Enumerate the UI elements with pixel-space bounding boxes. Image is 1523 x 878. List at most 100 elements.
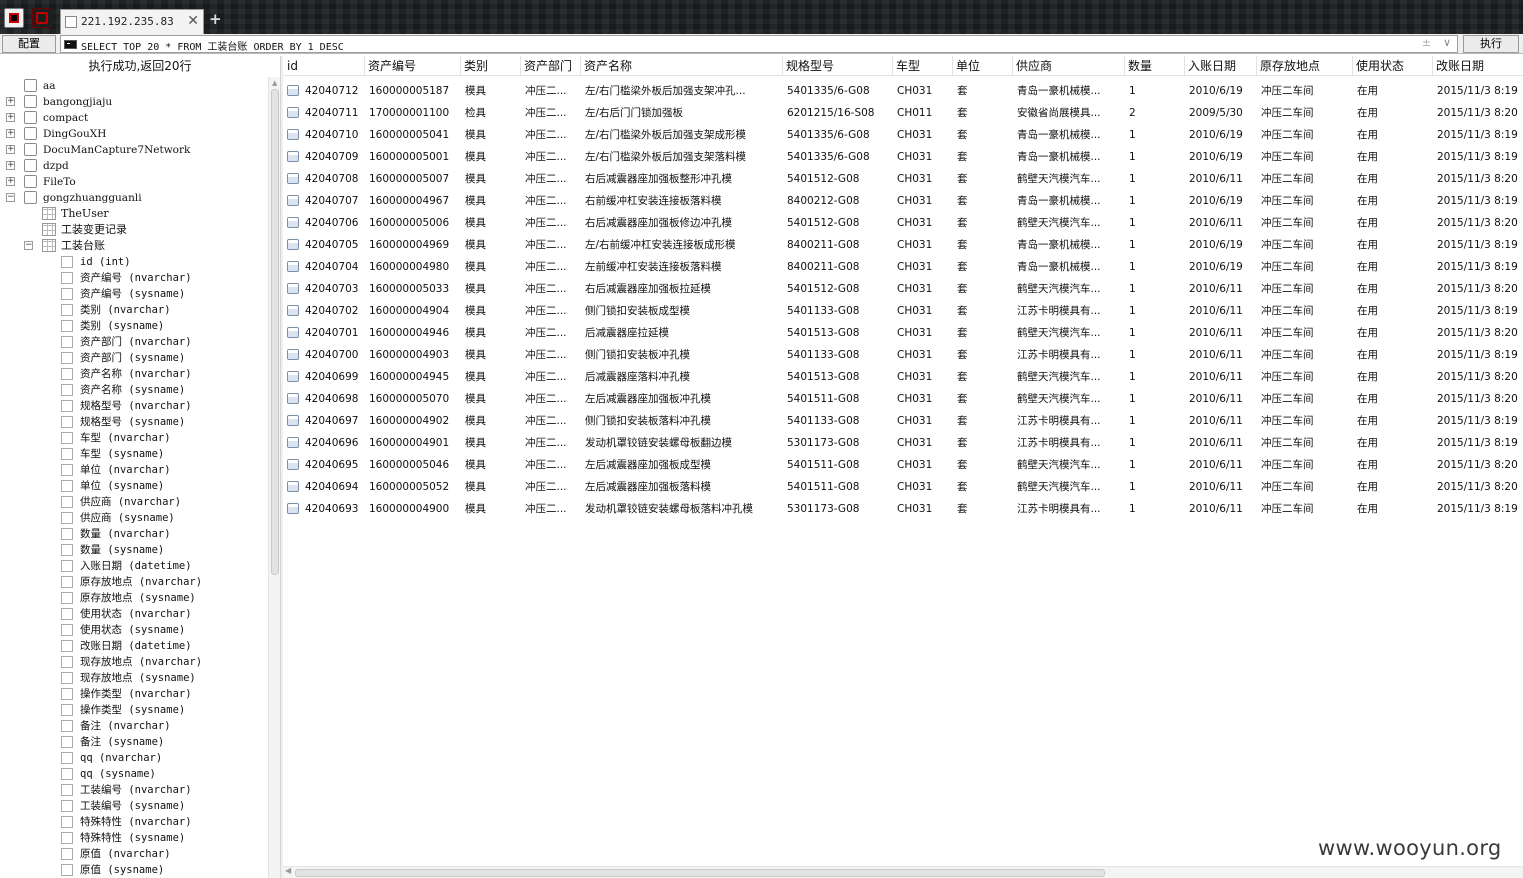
table-row[interactable]: 42040703 160000005033 模具 冲压二... 右后减震器座加强板拉延模… bbox=[283, 278, 1523, 300]
table-cell: 2010/6/19 bbox=[1189, 261, 1243, 273]
collapse-icon[interactable]: − bbox=[24, 241, 33, 250]
tree-item-label: 工装台账 bbox=[61, 239, 105, 252]
scroll-up-icon[interactable]: ▲ bbox=[272, 79, 277, 87]
column-header[interactable]: 入账日期 bbox=[1184, 56, 1255, 76]
column-header[interactable]: 供应商 bbox=[1012, 56, 1123, 76]
config-button[interactable]: 配置 bbox=[2, 35, 56, 53]
table-cell: 1 bbox=[1129, 371, 1136, 383]
tree-item-label: 资产部门 (nvarchar) bbox=[80, 336, 192, 348]
table-cell: 江苏卡明模具有... bbox=[1017, 437, 1101, 449]
tree-item-label: FileTo bbox=[43, 176, 76, 188]
table-row[interactable]: 42040694 160000005052 模具 冲压二... 左后减震器座加强板落料模… bbox=[283, 476, 1523, 498]
grid-horizontal-scrollbar[interactable]: ◀ bbox=[283, 866, 1523, 878]
plus-minus-icon[interactable]: ± bbox=[1422, 36, 1431, 49]
expand-icon[interactable]: + bbox=[6, 161, 15, 170]
title-bar: 221.192.235.83 ✕ + bbox=[0, 0, 1523, 34]
expand-icon[interactable]: + bbox=[6, 145, 15, 154]
table-row[interactable]: 42040696 160000004901 模具 冲压二... 发动机罩铰链安装螺母板翻… bbox=[283, 432, 1523, 454]
table-cell: 冲压二... bbox=[525, 129, 567, 141]
table-cell: 套 bbox=[957, 107, 968, 119]
table-cell: 在用 bbox=[1357, 393, 1378, 405]
chevron-down-icon[interactable]: ∨ bbox=[1443, 36, 1451, 49]
tree-scrollbar[interactable]: ▲ bbox=[268, 77, 280, 878]
expand-icon[interactable]: + bbox=[6, 97, 15, 106]
column-icon bbox=[61, 448, 73, 460]
column-header[interactable]: 资产编号 bbox=[364, 56, 465, 76]
execute-button[interactable]: 执行 bbox=[1463, 35, 1519, 53]
table-row[interactable]: 42040695 160000005046 模具 冲压二... 左后减震器座加强板成型模… bbox=[283, 454, 1523, 476]
table-row[interactable]: 42040701 160000004946 模具 冲压二... 后减震器座拉延模 5401… bbox=[283, 322, 1523, 344]
expand-icon[interactable]: + bbox=[6, 113, 15, 122]
table-row[interactable]: 42040705 160000004969 模具 冲压二... 左/右前缓冲杠安装连接板… bbox=[283, 234, 1523, 256]
table-row[interactable]: 42040711 170000001100 检具 冲压二... 左/右后门门锁加强板 62… bbox=[283, 102, 1523, 124]
sql-input-box[interactable]: SELECT TOP 20 * FROM 工装台账 ORDER BY 1 DES… bbox=[60, 35, 1458, 53]
table-cell: 套 bbox=[957, 195, 968, 207]
app-menu-icon[interactable] bbox=[4, 8, 24, 28]
table-cell: CH031 bbox=[897, 261, 933, 273]
tree-item-label: 原存放地点 (nvarchar) bbox=[80, 576, 203, 588]
column-header[interactable]: 单位 bbox=[952, 56, 1013, 76]
table-cell: 42040694 bbox=[305, 481, 359, 493]
column-header[interactable]: 资产名称 bbox=[580, 56, 781, 76]
table-cell: 160000004946 bbox=[369, 327, 450, 339]
tree-item-label: 资产名称 (sysname) bbox=[80, 384, 186, 396]
column-header[interactable]: 原存放地点 bbox=[1256, 56, 1353, 76]
collapse-icon[interactable]: − bbox=[6, 193, 15, 202]
table-cell: 鹤壁天汽模汽车... bbox=[1017, 481, 1101, 493]
new-tab-button[interactable]: + bbox=[209, 10, 222, 28]
column-header[interactable]: 数量 bbox=[1124, 56, 1185, 76]
table-cell: CH031 bbox=[897, 371, 933, 383]
tree-scroll-thumb[interactable] bbox=[271, 89, 279, 575]
tree-item-label: 类别 (sysname) bbox=[80, 320, 165, 332]
table-cell: 42040701 bbox=[305, 327, 359, 339]
column-header[interactable]: 使用状态 bbox=[1352, 56, 1433, 76]
column-header[interactable]: 资产部门 bbox=[520, 56, 583, 76]
column-header[interactable]: 类别 bbox=[460, 56, 521, 76]
column-header[interactable]: 车型 bbox=[892, 56, 953, 76]
table-cell: 冲压二车间 bbox=[1261, 415, 1314, 427]
table-cell: 1 bbox=[1129, 151, 1136, 163]
table-row[interactable]: 42040693 160000004900 模具 冲压二... 发动机罩铰链安装螺母板落… bbox=[283, 498, 1523, 520]
table-row[interactable]: 42040697 160000004902 模具 冲压二... 侧门锁扣安装板落料冲孔模… bbox=[283, 410, 1523, 432]
expand-icon[interactable]: + bbox=[6, 129, 15, 138]
column-header[interactable]: id bbox=[287, 56, 347, 76]
table-row[interactable]: 42040698 160000005070 模具 冲压二... 左后减震器座加强板冲孔模… bbox=[283, 388, 1523, 410]
table-cell: 2010/6/11 bbox=[1189, 415, 1243, 427]
stop-icon[interactable] bbox=[32, 8, 52, 28]
table-cell: 160000005070 bbox=[369, 393, 450, 405]
table-cell: 在用 bbox=[1357, 151, 1378, 163]
close-tab-icon[interactable]: ✕ bbox=[187, 13, 199, 29]
table-row[interactable]: 42040708 160000005007 模具 冲压二... 右后减震器座加强板整形冲… bbox=[283, 168, 1523, 190]
table-cell: 160000004900 bbox=[369, 503, 450, 515]
row-icon bbox=[287, 107, 299, 118]
table-cell: 160000005046 bbox=[369, 459, 450, 471]
table-row[interactable]: 42040710 160000005041 模具 冲压二... 左/右门槛梁外板后加强支… bbox=[283, 124, 1523, 146]
table-row[interactable]: 42040709 160000005001 模具 冲压二... 左/右门槛梁外板后加强支… bbox=[283, 146, 1523, 168]
tab-connection[interactable]: 221.192.235.83 ✕ bbox=[60, 9, 204, 34]
expand-icon[interactable]: + bbox=[6, 177, 15, 186]
table-cell: 2010/6/11 bbox=[1189, 459, 1243, 471]
table-cell: 42040709 bbox=[305, 151, 359, 163]
table-row[interactable]: 42040704 160000004980 模具 冲压二... 左前缓冲杠安装连接板落料… bbox=[283, 256, 1523, 278]
table-row[interactable]: 42040700 160000004903 模具 冲压二... 侧门锁扣安装板冲孔模 54… bbox=[283, 344, 1523, 366]
column-header[interactable]: 改账日期 bbox=[1432, 56, 1523, 76]
column-icon bbox=[61, 816, 73, 828]
grid-scroll-thumb[interactable] bbox=[295, 869, 1105, 877]
table-row[interactable]: 42040712 160000005187 模具 冲压二... 左/右门槛梁外板后加强支… bbox=[283, 80, 1523, 102]
table-cell: 江苏卡明模具有... bbox=[1017, 415, 1101, 427]
table-row[interactable]: 42040706 160000005006 模具 冲压二... 右后减震器座加强板修边冲… bbox=[283, 212, 1523, 234]
table-row[interactable]: 42040707 160000004967 模具 冲压二... 右前缓冲杠安装连接板落料… bbox=[283, 190, 1523, 212]
table-cell: 左后减震器座加强板落料模 bbox=[585, 481, 711, 493]
column-header[interactable]: 规格型号 bbox=[782, 56, 893, 76]
row-icon bbox=[287, 85, 299, 96]
sql-input[interactable]: SELECT TOP 20 * FROM 工装台账 ORDER BY 1 DES… bbox=[81, 38, 344, 53]
table-row[interactable]: 42040699 160000004945 模具 冲压二... 后减震器座落料冲孔模 54… bbox=[283, 366, 1523, 388]
column-icon bbox=[61, 304, 73, 316]
table-cell: 冲压二... bbox=[525, 327, 567, 339]
table-cell: 鹤壁天汽模汽车... bbox=[1017, 371, 1101, 383]
scroll-left-icon[interactable]: ◀ bbox=[285, 866, 291, 875]
database-icon bbox=[24, 175, 37, 188]
table-row[interactable]: 42040702 160000004904 模具 冲压二... 侧门锁扣安装板成型模 54… bbox=[283, 300, 1523, 322]
table-cell: 1 bbox=[1129, 217, 1136, 229]
table-icon bbox=[42, 223, 56, 236]
